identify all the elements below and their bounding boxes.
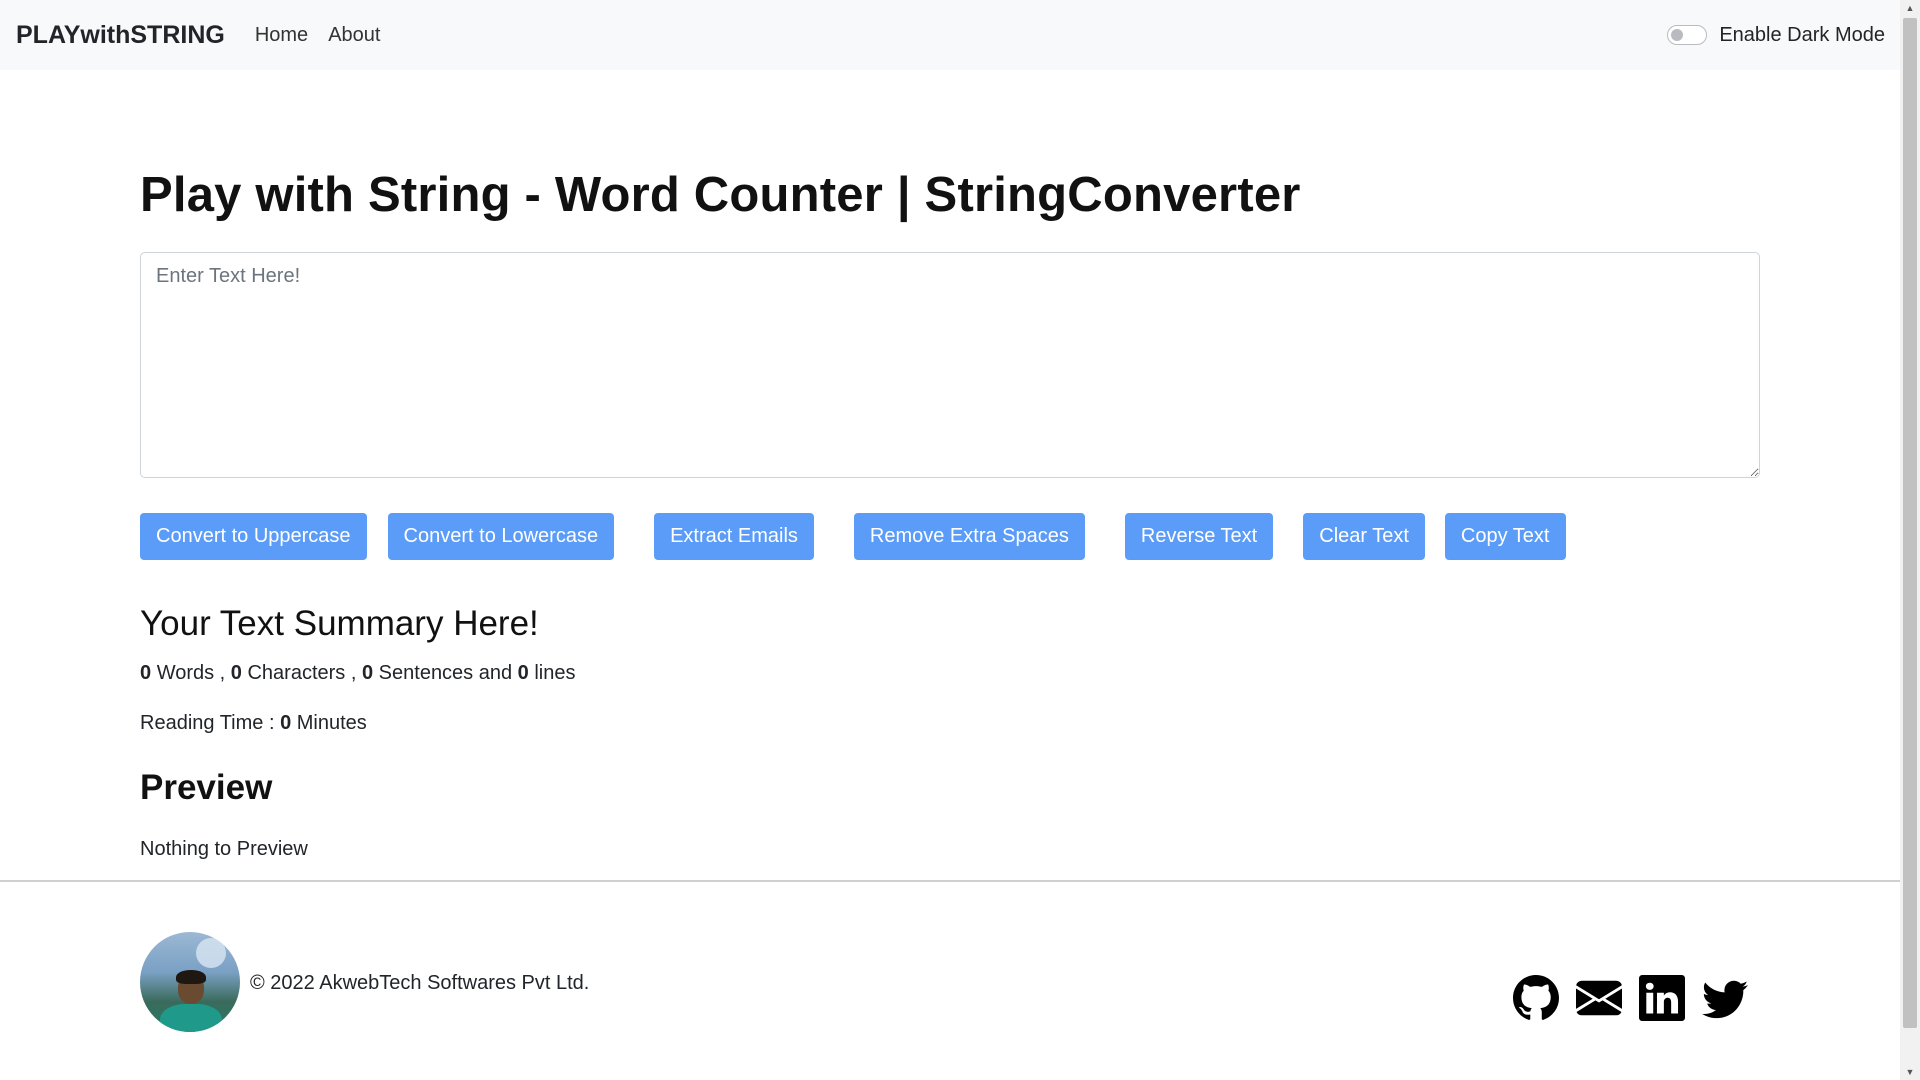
copyright-text: © 2022 AkwebTech Softwares Pvt Ltd. [250, 972, 590, 994]
switch-knob [1671, 29, 1684, 41]
preview-heading: Preview [140, 768, 273, 807]
vertical-scrollbar[interactable]: ▲ ▼ [1900, 0, 1920, 1080]
reading-time: Reading Time : 0 Minutes [140, 710, 1760, 736]
linkedin-icon[interactable] [1638, 974, 1686, 1022]
nav-link-home[interactable]: Home [255, 24, 308, 47]
summary-heading: Your Text Summary Here! [140, 604, 539, 643]
copy-text-button[interactable]: Copy Text [1444, 513, 1566, 560]
preview-text: Nothing to Preview [140, 838, 308, 860]
nav-link-about[interactable]: About [328, 24, 380, 47]
page-title: Play with String - Word Counter | String… [140, 168, 1301, 222]
brand-logo[interactable]: PLAYwithSTRING [16, 21, 225, 50]
sentences-count: 0 [361, 662, 374, 684]
avatar-shirt [160, 1004, 222, 1032]
footer-divider [0, 880, 1900, 882]
dark-mode-label[interactable]: Enable Dark Mode [1719, 24, 1885, 47]
github-icon[interactable] [1512, 974, 1560, 1022]
dark-mode-toggle[interactable]: Enable Dark Mode [1667, 0, 1885, 70]
remove-extra-spaces-button[interactable]: Remove Extra Spaces [853, 513, 1085, 560]
avatar-hair [176, 970, 206, 984]
lines-count: 0 [517, 662, 529, 684]
clear-text-button[interactable]: Clear Text [1303, 513, 1425, 560]
scroll-up-arrow-icon[interactable]: ▲ [1900, 0, 1920, 16]
characters-label: Characters , [247, 662, 357, 684]
envelope-icon[interactable] [1575, 974, 1623, 1022]
text-input[interactable] [140, 252, 1760, 478]
action-buttons: Convert to Uppercase Convert to Lowercas… [140, 513, 1760, 560]
reading-time-label: Reading Time : [140, 712, 275, 734]
lines-label: lines [534, 662, 576, 684]
characters-count: 0 [230, 662, 242, 684]
convert-lowercase-button[interactable]: Convert to Lowercase [387, 513, 615, 560]
reading-time-value: 0 [280, 712, 292, 734]
reverse-text-button[interactable]: Reverse Text [1124, 513, 1274, 560]
extract-emails-button[interactable]: Extract Emails [654, 513, 814, 560]
dark-mode-switch[interactable] [1667, 25, 1708, 45]
words-count: 0 [140, 662, 152, 684]
main-content: Play with String - Word Counter | String… [140, 160, 1760, 862]
avatar [140, 932, 240, 1032]
twitter-icon[interactable] [1701, 974, 1749, 1022]
sentences-label: Sentences and [378, 662, 513, 684]
reading-time-unit: Minutes [296, 712, 367, 734]
text-stats: 0 Words , 0 Characters , 0 Sentences and… [140, 660, 1760, 686]
words-label: Words , [156, 662, 226, 684]
scroll-down-arrow-icon[interactable]: ▼ [1900, 1064, 1920, 1080]
social-links [1512, 974, 1764, 1022]
convert-uppercase-button[interactable]: Convert to Uppercase [140, 513, 367, 560]
avatar-background [196, 938, 226, 968]
scroll-thumb[interactable] [1903, 18, 1917, 1028]
navbar: PLAYwithSTRING Home About Enable Dark Mo… [0, 0, 1900, 70]
